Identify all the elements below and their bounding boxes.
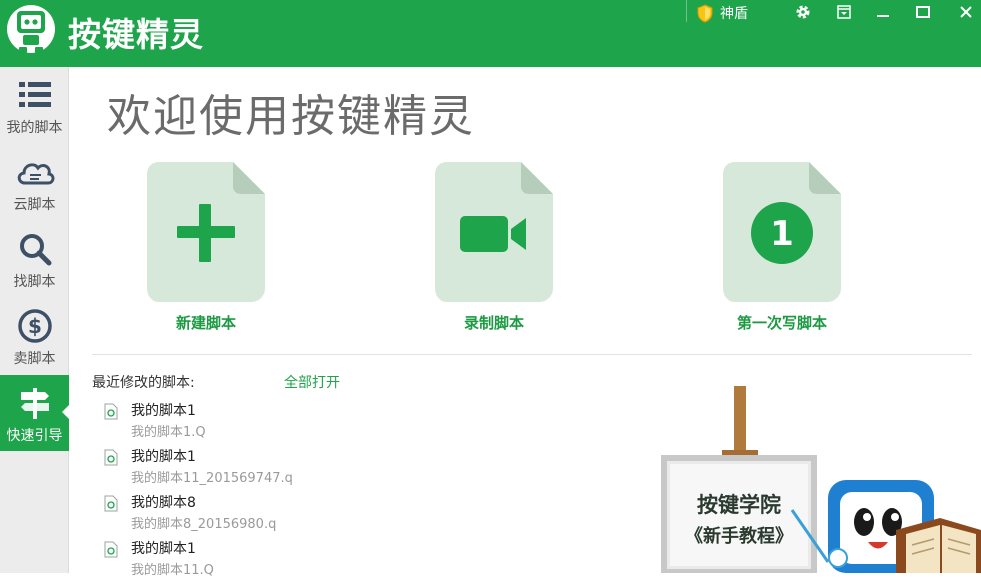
- dropdown-icon[interactable]: [829, 0, 859, 24]
- record-script-button[interactable]: 录制脚本: [427, 162, 567, 342]
- new-script-button[interactable]: 新建脚本: [139, 162, 279, 342]
- script-name: 我的脚本1: [131, 541, 196, 557]
- sidebar-item-label: 卖脚本: [13, 351, 56, 367]
- dollar-icon: $: [15, 306, 55, 346]
- first-script-button[interactable]: 1 第一次写脚本: [715, 162, 855, 342]
- document-tile: [435, 162, 553, 302]
- svg-text:$: $: [28, 314, 42, 338]
- script-name: 我的脚本8: [131, 495, 196, 511]
- document-tile: [147, 162, 265, 302]
- script-name: 我的脚本1: [131, 403, 196, 419]
- record-script-label: 录制脚本: [463, 314, 524, 332]
- list-icon: [15, 75, 55, 115]
- script-file-icon: [104, 541, 118, 558]
- first-script-label: 第一次写脚本: [736, 314, 827, 332]
- list-item[interactable]: 我的脚本1 我的脚本11_201569747.q: [104, 446, 504, 492]
- shield-icon: [697, 3, 713, 23]
- page-title: 欢迎使用按键精灵: [107, 91, 475, 142]
- close-icon[interactable]: [951, 0, 981, 24]
- recent-scripts-title: 最近修改的脚本:: [92, 375, 195, 391]
- shield-label: 神盾: [720, 6, 748, 22]
- sidebar-item-label: 快速引导: [6, 428, 63, 444]
- sidebar-item-label: 找脚本: [13, 274, 56, 290]
- search-icon: [15, 229, 55, 269]
- academy-subtitle: 《新手教程》: [685, 525, 793, 547]
- academy-banner[interactable]: 按键学院 《新手教程》: [660, 380, 981, 575]
- svg-text:1: 1: [770, 214, 794, 254]
- script-filename: 我的脚本11.Q: [131, 563, 214, 578]
- minimize-icon[interactable]: [868, 0, 898, 24]
- section-divider: [92, 354, 972, 355]
- app-title: 按键精灵: [68, 15, 204, 54]
- list-item[interactable]: 我的脚本8 我的脚本8_20156980.q: [104, 492, 504, 538]
- settings-icon[interactable]: [788, 0, 818, 24]
- sidebar-item-my-scripts[interactable]: 我的脚本: [0, 67, 69, 143]
- script-filename: 我的脚本11_201569747.q: [131, 471, 293, 486]
- divider: [686, 0, 687, 22]
- document-tile: 1: [723, 162, 841, 302]
- open-all-link[interactable]: 全部打开: [284, 372, 340, 392]
- number-one-icon: 1: [751, 202, 813, 264]
- script-filename: 我的脚本1.Q: [131, 425, 206, 440]
- signpost-icon: [15, 383, 55, 423]
- script-name: 我的脚本1: [131, 449, 196, 465]
- academy-illustration: 按键学院 《新手教程》: [661, 386, 981, 575]
- recent-scripts-list: 我的脚本1 我的脚本1.Q 我的脚本1 我的脚本11_201569747.q 我…: [104, 400, 504, 584]
- sidebar-item-label: 云脚本: [13, 197, 56, 213]
- maximize-icon[interactable]: [908, 0, 938, 24]
- list-item[interactable]: 我的脚本1 我的脚本11.Q: [104, 538, 504, 584]
- active-indicator: [62, 404, 70, 420]
- academy-title: 按键学院: [697, 492, 781, 517]
- sidebar-item-label: 我的脚本: [6, 120, 63, 136]
- list-item[interactable]: 我的脚本1 我的脚本1.Q: [104, 400, 504, 446]
- shield-button[interactable]: 神盾: [696, 2, 748, 24]
- sidebar: 我的脚本 云脚本 找脚本 $ 卖脚本 快速引导: [0, 67, 70, 573]
- cloud-icon: [15, 152, 55, 192]
- new-script-label: 新建脚本: [175, 314, 236, 332]
- script-file-icon: [104, 495, 118, 512]
- script-filename: 我的脚本8_20156980.q: [131, 517, 277, 532]
- sidebar-item-sell-scripts[interactable]: $ 卖脚本: [0, 298, 69, 374]
- sidebar-item-cloud-scripts[interactable]: 云脚本: [0, 144, 69, 220]
- title-bar: 按键精灵 神盾: [0, 0, 981, 67]
- sidebar-item-quick-guide[interactable]: 快速引导: [0, 375, 70, 451]
- sidebar-item-find-scripts[interactable]: 找脚本: [0, 221, 69, 297]
- app-logo-icon: [6, 2, 56, 58]
- script-file-icon: [104, 403, 118, 420]
- script-file-icon: [104, 449, 118, 466]
